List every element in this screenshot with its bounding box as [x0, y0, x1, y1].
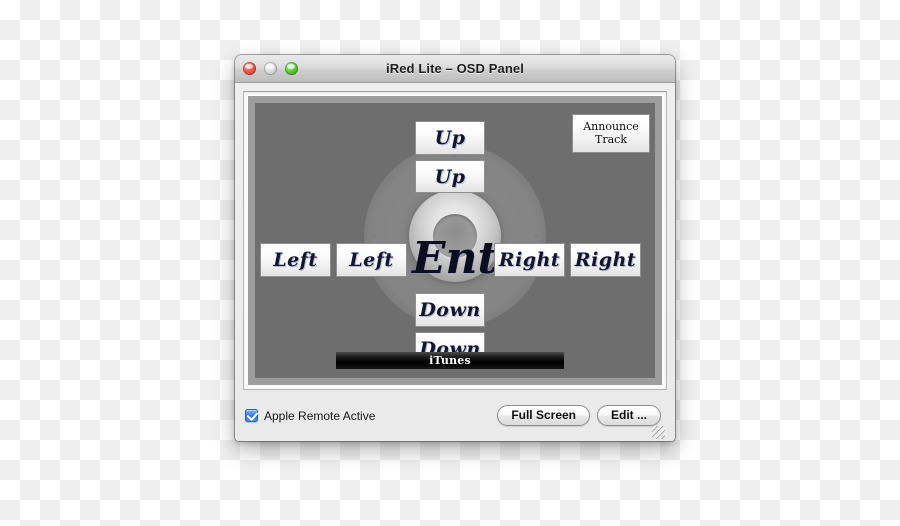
osd-button-left-1[interactable]: Left [260, 243, 331, 277]
full-screen-button[interactable]: Full Screen [497, 405, 590, 426]
osd-button-left-2[interactable]: Left [336, 243, 407, 277]
window-controls [243, 55, 298, 82]
osd-button-up-2[interactable]: Up [415, 160, 485, 193]
apple-remote-active-checkbox[interactable]: Apple Remote Active [245, 409, 375, 423]
osd-button-right-2[interactable]: Right [570, 243, 641, 277]
window-body: + – « » Up Up Left Le [235, 83, 675, 441]
osd-frame: + – « » Up Up Left Le [248, 96, 662, 385]
osd-status-bar: iTunes [336, 352, 564, 369]
osd-button-label: Right [574, 249, 637, 271]
window-title: iRed Lite – OSD Panel [386, 61, 524, 76]
osd-button-right-1[interactable]: Right [494, 243, 565, 277]
osd-button-label: Up [434, 165, 466, 188]
osd-button-up-1[interactable]: Up [415, 121, 485, 155]
osd-button-label: Left [273, 249, 318, 271]
title-bar[interactable]: iRed Lite – OSD Panel [235, 55, 675, 83]
zoom-button[interactable] [285, 62, 298, 75]
edit-button[interactable]: Edit ... [597, 405, 661, 426]
checkbox-box[interactable] [245, 408, 259, 422]
footer-buttons: Full Screen Edit ... [497, 405, 661, 426]
close-button[interactable] [243, 62, 256, 75]
minimize-button[interactable] [264, 62, 277, 75]
osd-button-enter[interactable]: Enter [411, 231, 549, 287]
osd-button-label: Left [349, 249, 394, 271]
wheel-mark-left-icon: « [371, 230, 377, 240]
app-window: iRed Lite – OSD Panel + – « » Up Up [235, 55, 675, 441]
osd-button-label: Right [498, 249, 561, 271]
checkbox-label: Apple Remote Active [264, 408, 376, 423]
osd-preview-box: + – « » Up Up Left Le [243, 91, 667, 390]
resize-grip-icon[interactable] [652, 426, 665, 439]
osd-button-label: Down [419, 299, 481, 321]
osd-button-announce-track[interactable]: Announce Track [572, 114, 650, 153]
checkmark-icon [246, 408, 259, 422]
announce-line-1: Announce [583, 120, 639, 134]
osd-button-down-1[interactable]: Down [415, 293, 485, 327]
announce-line-2: Track [595, 132, 627, 146]
osd-button-label: Up [434, 127, 466, 149]
footer-bar: Apple Remote Active Full Screen Edit ... [243, 390, 667, 441]
osd-status-bar-label: iTunes [429, 354, 471, 367]
